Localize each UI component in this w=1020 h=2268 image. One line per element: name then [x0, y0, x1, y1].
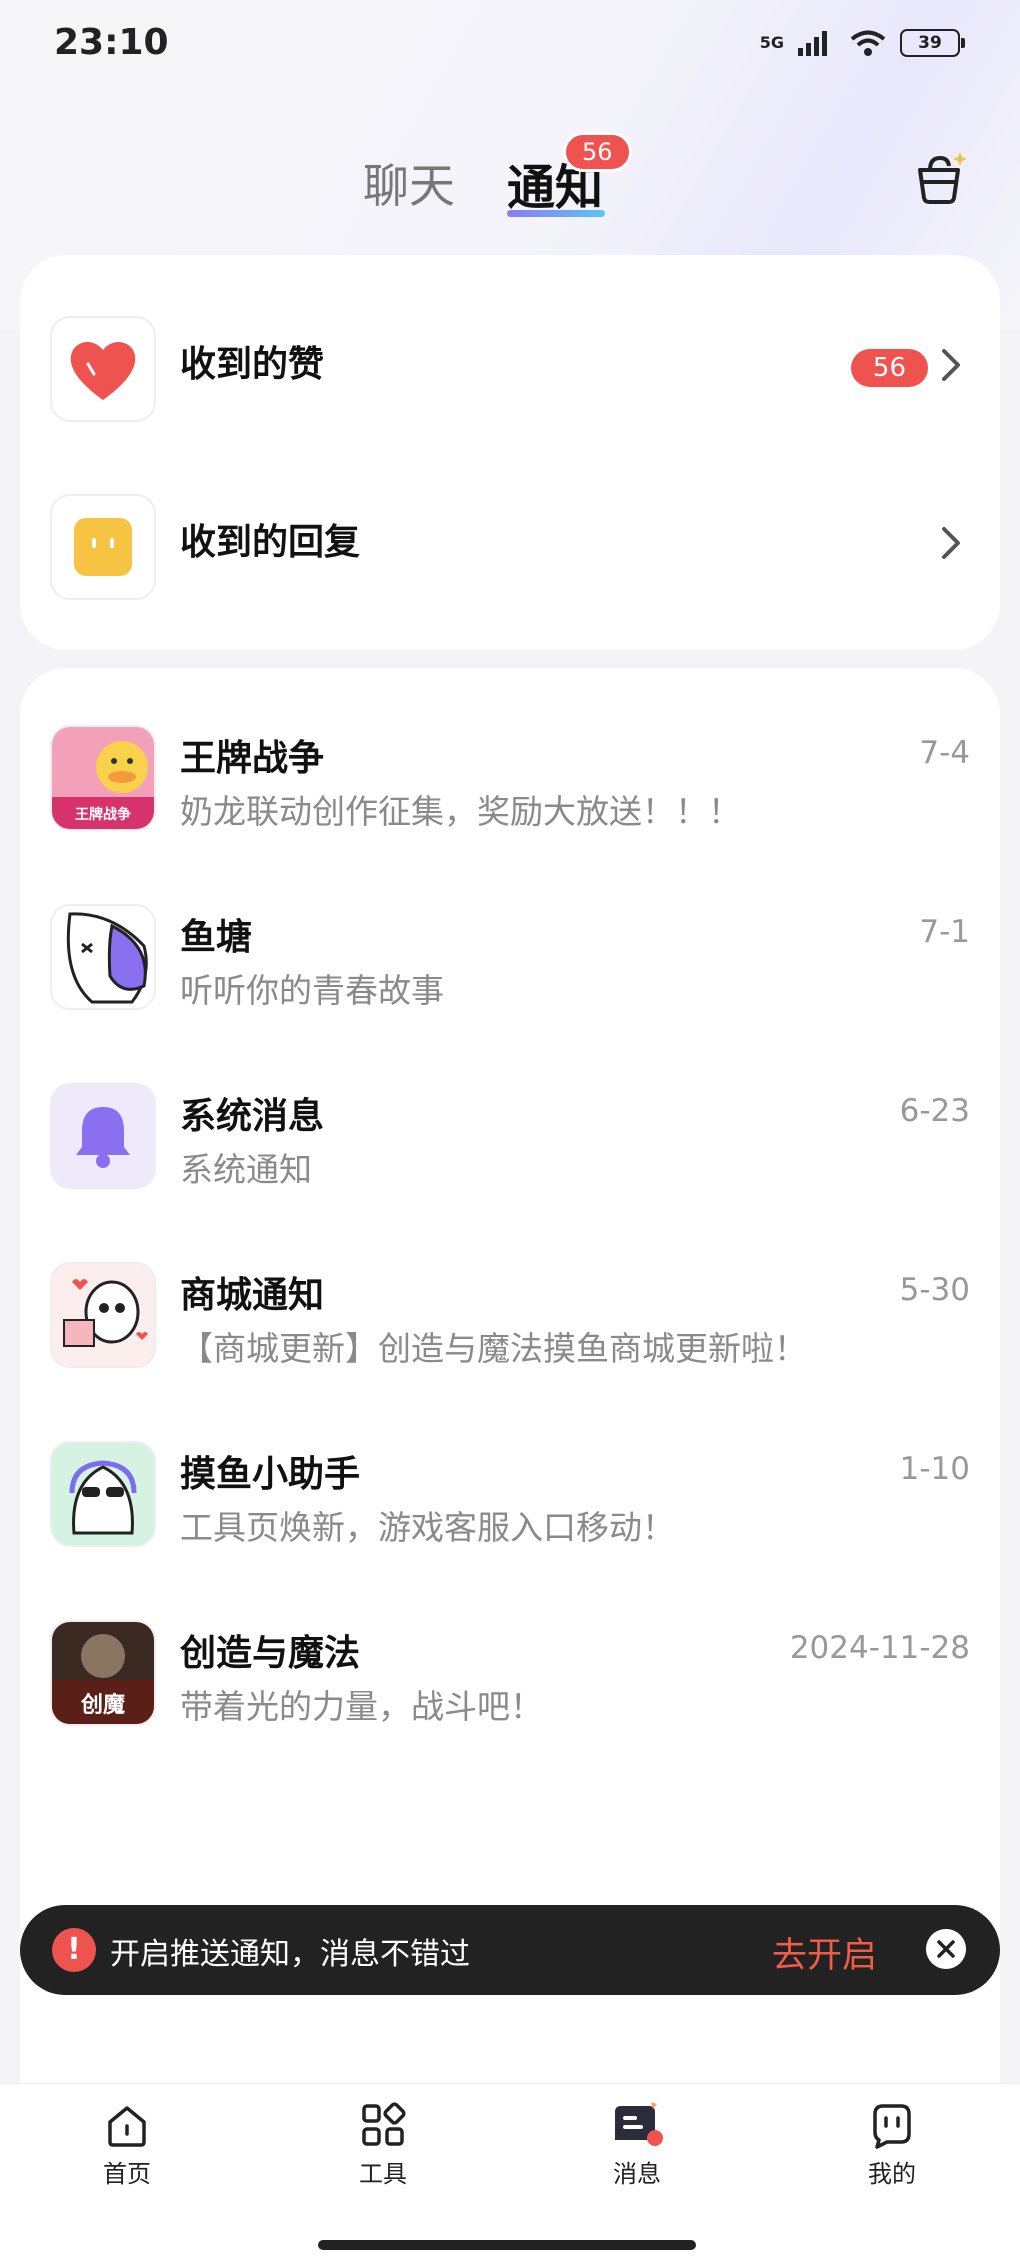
- message-icon: [615, 2102, 663, 2146]
- chevron-right-icon: [942, 349, 960, 381]
- svg-text:王牌战争: 王牌战争: [75, 806, 131, 823]
- chevron-right-icon: [942, 527, 960, 559]
- list-item[interactable]: 创魔 创造与魔法 带着光的力量，战斗吧！ 2024-11-28: [20, 1590, 1000, 1740]
- shop-basket-icon[interactable]: [912, 150, 968, 206]
- item-title: 摸鱼小助手: [180, 1454, 361, 1495]
- replies-row[interactable]: 收到的回复: [20, 483, 1000, 613]
- list-item[interactable]: 系统消息 系统通知 6-23: [20, 1053, 1000, 1203]
- shop-avatar: [50, 1262, 156, 1368]
- game-logo-icon: 创魔: [52, 1622, 154, 1724]
- home-icon: [108, 2106, 146, 2147]
- item-date: 2024-11-28: [789, 1630, 970, 1666]
- item-date: 7-1: [919, 914, 970, 950]
- list-item[interactable]: 摸鱼小助手 工具页焕新，游戏客服入口移动！ 1-10: [20, 1411, 1000, 1561]
- item-subtitle: 【商城更新】创造与魔法摸鱼商城更新啦！: [180, 1329, 807, 1368]
- likes-row[interactable]: 收到的赞 56: [20, 305, 1000, 435]
- item-date: 5-30: [899, 1272, 970, 1308]
- item-subtitle: 工具页焕新，游戏客服入口移动！: [180, 1508, 675, 1547]
- list-item[interactable]: 王牌战争 王牌战争 奶龙联动创作征集，奖励大放送！！！ 7-4: [20, 695, 1000, 845]
- nav-label: 消息: [613, 2160, 661, 2188]
- push-permission-toast: ! 开启推送通知，消息不错过 去开启: [20, 1905, 1000, 1995]
- item-title: 系统消息: [180, 1096, 325, 1137]
- home-indicator[interactable]: [318, 2240, 696, 2250]
- nav-label: 我的: [868, 2160, 916, 2188]
- battery-indicator: 39: [900, 29, 965, 57]
- nav-tools[interactable]: 工具: [323, 2100, 443, 2189]
- profile-icon: [873, 2104, 911, 2149]
- list-item[interactable]: 鱼塘 听听你的青春故事 7-1: [20, 874, 1000, 1024]
- item-date: 6-23: [899, 1093, 970, 1129]
- bell-icon: [76, 1107, 130, 1168]
- gift-ghost-icon: [63, 1279, 148, 1347]
- nav-home[interactable]: 首页: [67, 2100, 187, 2189]
- interaction-card: 收到的赞 56 收到的回复: [20, 255, 1000, 650]
- game-logo-icon: 王牌战争: [52, 727, 154, 829]
- reply-avatar: [50, 494, 156, 600]
- item-date: 7-4: [919, 735, 970, 771]
- game-avatar: 王牌战争: [50, 725, 156, 831]
- status-icons: 5G 39: [759, 28, 965, 58]
- tab-active-indicator: [507, 210, 605, 217]
- item-title: 王牌战争: [180, 738, 325, 779]
- tab-notice-badge: 56: [563, 132, 632, 172]
- grid-icon: [362, 2102, 406, 2146]
- nav-profile[interactable]: 我的: [832, 2100, 952, 2189]
- replies-label: 收到的回复: [180, 522, 361, 563]
- system-avatar: [50, 1083, 156, 1189]
- notification-list: 王牌战争 王牌战争 奶龙联动创作征集，奖励大放送！！！ 7-4 鱼塘 听听你的青…: [20, 668, 1000, 2088]
- likes-badge: 56: [850, 349, 928, 387]
- item-title: 商城通知: [180, 1275, 325, 1316]
- heart-icon: [70, 341, 136, 400]
- nav-label: 工具: [359, 2160, 407, 2188]
- assistant-avatar: [50, 1441, 156, 1547]
- toast-text: 开启推送通知，消息不错过: [110, 1937, 470, 1972]
- svg-text:创魔: 创魔: [80, 1692, 125, 1718]
- status-time: 23:10: [54, 22, 169, 63]
- nav-messages[interactable]: 消息: [577, 2100, 697, 2189]
- top-tabs: 聊天 通知 56: [0, 132, 1020, 230]
- fishpond-avatar: [50, 904, 156, 1010]
- wifi-icon: [850, 30, 886, 56]
- network-label: 5G: [759, 33, 784, 52]
- tab-chat[interactable]: 聊天: [363, 150, 455, 216]
- item-subtitle: 带着光的力量，战斗吧！: [180, 1687, 543, 1726]
- item-subtitle: 听听你的青春故事: [180, 971, 444, 1010]
- item-subtitle: 系统通知: [180, 1150, 312, 1189]
- warning-icon: !: [52, 1928, 96, 1972]
- game-avatar: 创魔: [50, 1620, 156, 1726]
- fish-icon: [66, 912, 148, 1004]
- assistant-ghost-icon: [69, 1460, 137, 1535]
- signal-icon: [798, 31, 827, 56]
- enable-push-button[interactable]: 去开启: [772, 1927, 877, 1978]
- reply-bubble-icon: [74, 518, 132, 576]
- nav-label: 首页: [103, 2160, 151, 2188]
- item-title: 鱼塘: [180, 917, 253, 958]
- item-title: 创造与魔法: [180, 1633, 361, 1674]
- item-date: 1-10: [899, 1451, 970, 1487]
- heart-avatar: [50, 316, 156, 422]
- status-bar: 23:10 5G 39: [0, 0, 1020, 90]
- likes-label: 收到的赞: [180, 344, 325, 385]
- item-subtitle: 奶龙联动创作征集，奖励大放送！！！: [180, 792, 741, 831]
- list-item[interactable]: 商城通知 【商城更新】创造与魔法摸鱼商城更新啦！ 5-30: [20, 1232, 1000, 1382]
- close-icon[interactable]: [926, 1929, 966, 1969]
